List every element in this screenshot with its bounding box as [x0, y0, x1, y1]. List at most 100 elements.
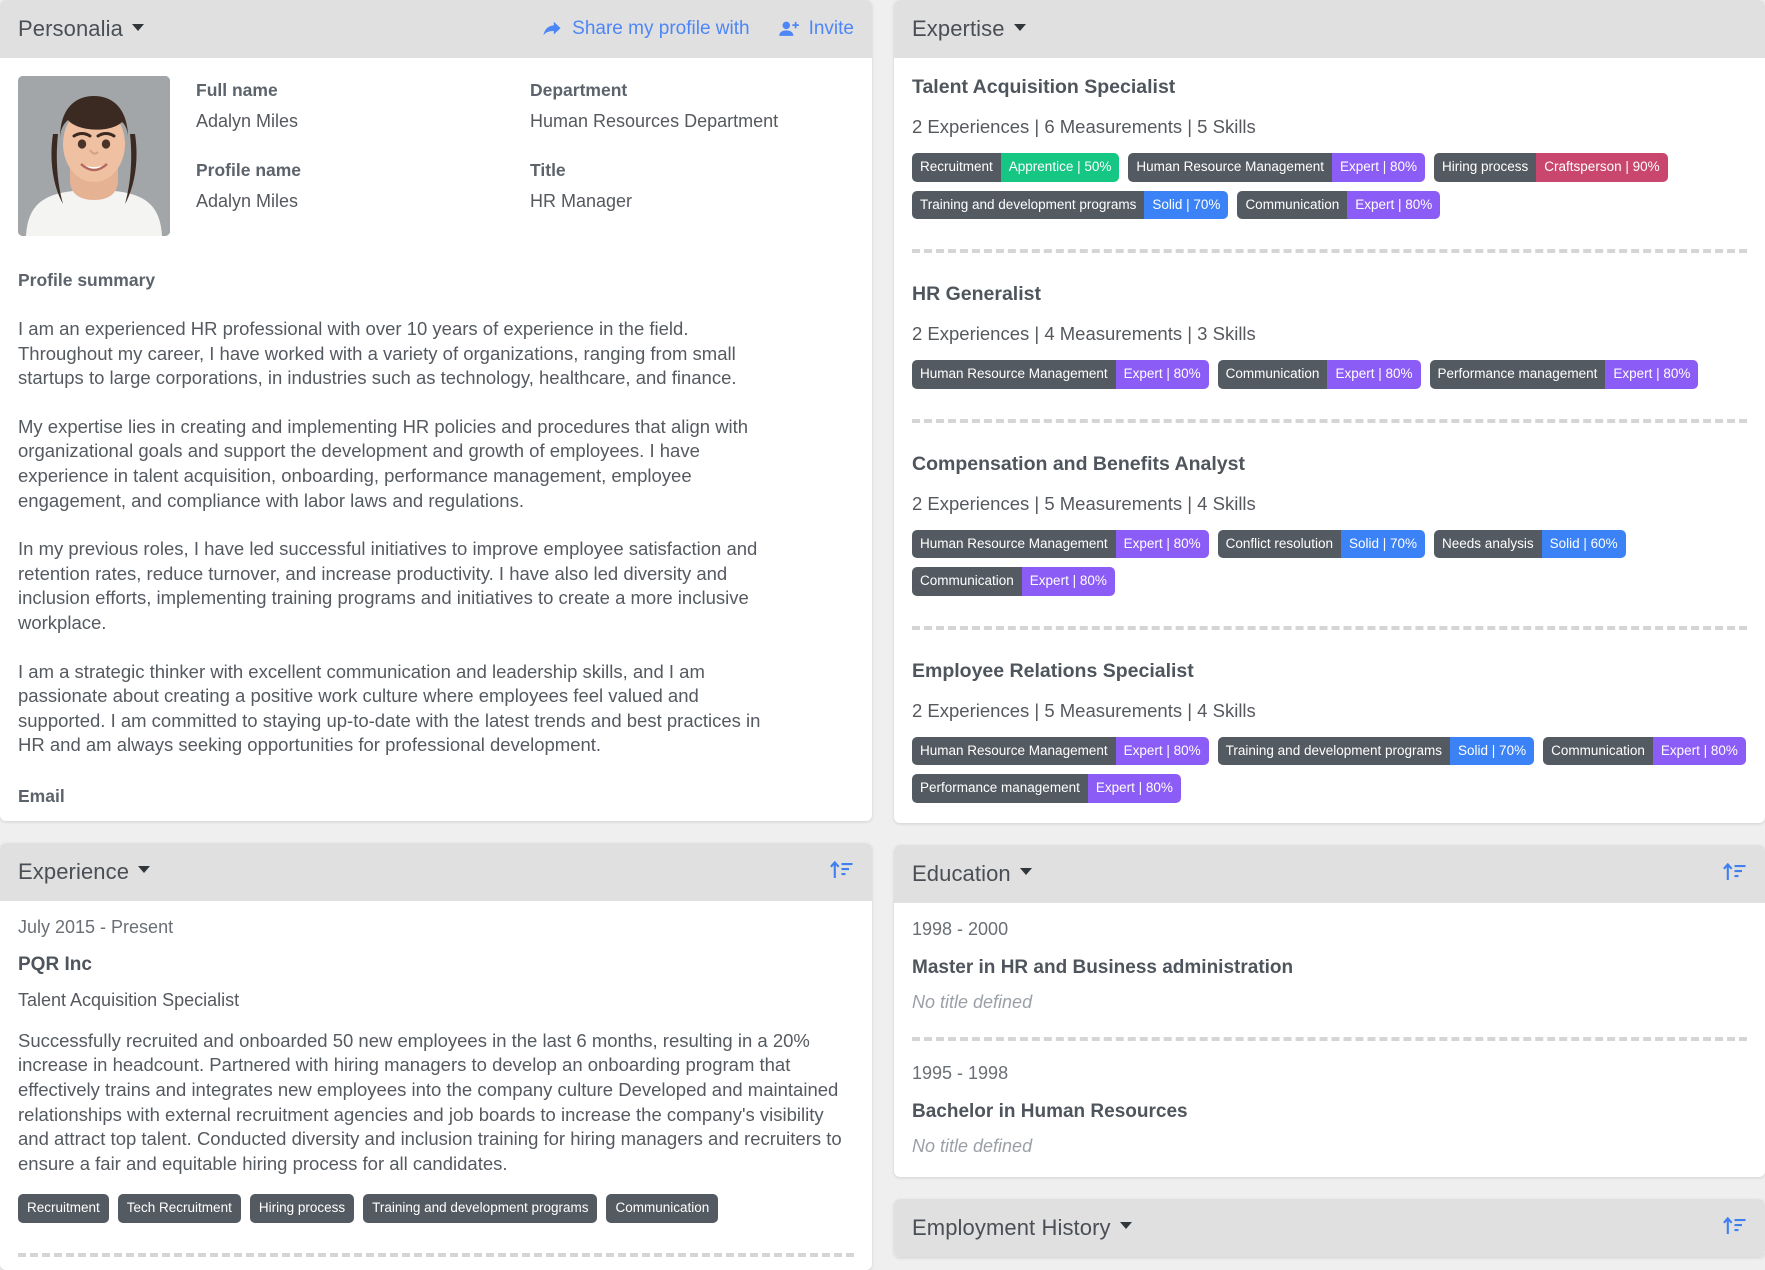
education-degree: Bachelor in Human Resources: [912, 1100, 1188, 1122]
expertise-role-meta: 2 Experiences | 5 Measurements | 4 Skill…: [912, 699, 1256, 721]
sort-ascending-icon[interactable]: [1723, 860, 1747, 887]
email-value: sirianna+bruker1@exoreaction.com: [18, 819, 854, 821]
skill-name: Performance management: [912, 774, 1088, 803]
experience-title[interactable]: Experience: [18, 859, 129, 885]
profile-summary-paragraph: My expertise lies in creating and implem…: [18, 415, 749, 511]
skill-chip[interactable]: Communication Expert | 80%: [1543, 736, 1746, 765]
education-title[interactable]: Education: [912, 861, 1011, 887]
skill-level: Expert | 80%: [1115, 736, 1209, 765]
skill-chip[interactable]: Training and development programs Solid …: [1217, 736, 1535, 765]
skill-chip[interactable]: Human Resource Management Expert | 80%: [1128, 153, 1426, 182]
skill-chip[interactable]: Hiring process Craftsperson | 90%: [1434, 153, 1668, 182]
field-value: HR Manager: [530, 191, 633, 211]
education-institution: No title defined: [912, 991, 1033, 1012]
chevron-down-icon[interactable]: [1013, 23, 1026, 31]
sort-ascending-icon[interactable]: [830, 858, 854, 885]
skill-name: Recruitment: [912, 153, 1001, 182]
chevron-down-icon[interactable]: [1019, 868, 1032, 875]
education-header: Education: [894, 844, 1765, 903]
skill-level: Expert | 80%: [1331, 153, 1426, 182]
personalia-title[interactable]: Personalia: [18, 16, 123, 42]
employment-history-header: Employment History: [894, 1198, 1765, 1257]
chevron-down-icon[interactable]: [138, 866, 151, 874]
experience-date: July 2015 - Present: [18, 916, 174, 937]
field-value: Adalyn Miles: [196, 111, 299, 131]
chevron-down-icon[interactable]: [1119, 1222, 1132, 1229]
skill-chip[interactable]: Needs analysis Solid | 60%: [1434, 529, 1626, 558]
invite-label: Invite: [808, 18, 854, 39]
education-card: Education 1998 - 2000 Master in HR and B…: [894, 844, 1765, 1177]
skill-chip[interactable]: Human Resource Management Expert | 80%: [912, 529, 1209, 558]
education-item: 1995 - 1998 Bachelor in Human Resources …: [912, 1063, 1747, 1157]
experience-description: Successfully recruited and onboarded 50 …: [18, 1029, 842, 1174]
employment-history-title[interactable]: Employment History: [912, 1215, 1111, 1241]
profile-page: Personalia Share my profile with Invite …: [0, 0, 1765, 1270]
expertise-role-name: Compensation and Benefits Analyst: [912, 452, 1245, 475]
experience-tag[interactable]: Communication: [606, 1194, 719, 1223]
expertise-role-name: Talent Acquisition Specialist: [912, 76, 1176, 98]
skill-chip[interactable]: Performance management Expert | 80%: [912, 774, 1181, 803]
expertise-body: Talent Acquisition Specialist 2 Experien…: [894, 58, 1765, 823]
profile-summary-label: Profile summary: [18, 270, 156, 290]
skill-level: Expert | 80%: [1327, 360, 1421, 389]
divider: [912, 418, 1747, 423]
skill-level: Expert | 80%: [1115, 529, 1209, 558]
experience-item: July 2015 - Present PQR Inc Talent Acqui…: [18, 917, 854, 1257]
skill-chip[interactable]: Communication Expert | 80%: [1237, 190, 1441, 219]
skill-level: Expert | 80%: [1087, 774, 1181, 803]
field-value: Human Resources Department: [530, 111, 779, 131]
sort-ascending-icon[interactable]: [1723, 1214, 1747, 1241]
education-years: 1998 - 2000: [912, 918, 1009, 939]
skill-level: Expert | 80%: [1652, 736, 1746, 765]
profile-summary-paragraph: I am a strategic thinker with excellent …: [18, 660, 761, 756]
skill-chip[interactable]: Training and development programs Solid …: [912, 190, 1229, 219]
skill-name: Communication: [1217, 360, 1328, 389]
skill-level: Solid | 70%: [1450, 736, 1535, 765]
experience-tag[interactable]: Recruitment: [18, 1194, 109, 1223]
experience-company: PQR Inc: [18, 953, 92, 975]
personalia-top: Full name Adalyn Miles Department Human …: [18, 74, 854, 236]
expertise-skill-chips: Human Resource Management Expert | 80% C…: [912, 360, 1747, 389]
experience-body: July 2015 - Present PQR Inc Talent Acqui…: [0, 901, 872, 1270]
skill-chip[interactable]: Human Resource Management Expert | 80%: [912, 736, 1209, 765]
field-profile-name: Profile name Adalyn Miles: [196, 160, 520, 212]
skill-chip[interactable]: Communication Expert | 80%: [912, 567, 1115, 596]
personalia-header: Personalia Share my profile with Invite: [0, 0, 872, 58]
experience-header: Experience: [0, 842, 872, 901]
skill-chip[interactable]: Human Resource Management Expert | 80%: [912, 360, 1209, 389]
field-title: Title HR Manager: [530, 160, 854, 212]
share-icon: [541, 19, 563, 39]
skill-chip[interactable]: Communication Expert | 80%: [1217, 360, 1421, 389]
skill-chip[interactable]: Performance management Expert | 80%: [1429, 360, 1699, 389]
share-profile-button[interactable]: Share my profile with: [541, 18, 750, 40]
education-institution: No title defined: [912, 1135, 1033, 1156]
expertise-role: Employee Relations Specialist 2 Experien…: [912, 658, 1747, 803]
skill-name: Communication: [1237, 190, 1348, 219]
education-years: 1995 - 1998: [912, 1062, 1009, 1083]
expertise-card: Expertise Talent Acquisition Specialist …: [894, 0, 1765, 823]
experience-tag[interactable]: Hiring process: [249, 1194, 355, 1223]
field-label: Profile name: [196, 160, 302, 180]
chevron-down-icon[interactable]: [131, 23, 144, 31]
experience-tag[interactable]: Tech Recruitment: [117, 1194, 241, 1223]
expertise-role: Talent Acquisition Specialist 2 Experien…: [912, 74, 1747, 219]
skill-level: Expert | 80%: [1115, 360, 1209, 389]
expertise-role: Compensation and Benefits Analyst 2 Expe…: [912, 451, 1747, 596]
expertise-role-meta: 2 Experiences | 5 Measurements | 4 Skill…: [912, 492, 1256, 514]
skill-chip[interactable]: Recruitment Apprentice | 50%: [912, 153, 1120, 182]
experience-tag[interactable]: Training and development programs: [363, 1194, 598, 1223]
left-column: Personalia Share my profile with Invite …: [0, 0, 872, 1270]
expertise-role-name: HR Generalist: [912, 283, 1041, 305]
skill-chip[interactable]: Conflict resolution Solid | 70%: [1217, 529, 1426, 558]
skill-name: Training and development programs: [1217, 736, 1451, 765]
expertise-title[interactable]: Expertise: [912, 16, 1005, 42]
personalia-body: Full name Adalyn Miles Department Human …: [0, 58, 872, 821]
profile-summary-paragraph: I am an experienced HR professional with…: [18, 318, 737, 389]
skill-name: Hiring process: [1434, 153, 1537, 182]
divider: [912, 1036, 1747, 1041]
invite-button[interactable]: Invite: [778, 18, 854, 40]
expertise-role-meta: 2 Experiences | 4 Measurements | 3 Skill…: [912, 323, 1256, 344]
employment-history-card: Employment History: [894, 1198, 1765, 1257]
field-label: Title: [530, 160, 566, 180]
share-profile-label: Share my profile with: [572, 18, 750, 39]
